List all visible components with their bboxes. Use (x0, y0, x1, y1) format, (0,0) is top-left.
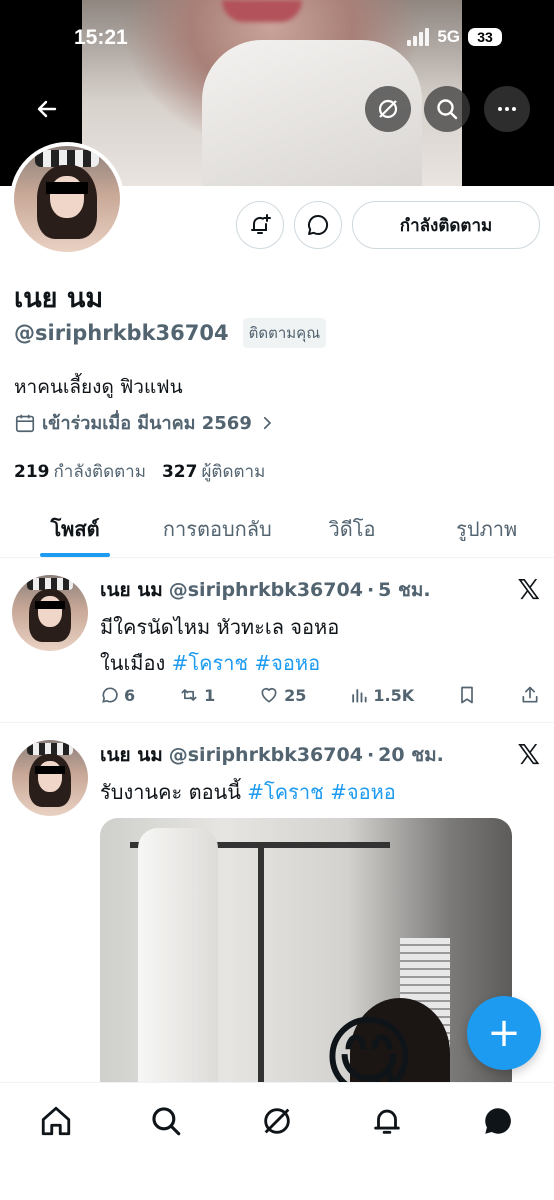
more-icon (498, 107, 516, 111)
hashtag-link[interactable]: #จอหอ (330, 780, 396, 804)
views-icon (352, 689, 367, 703)
post-time: 20 ชม. (378, 744, 444, 766)
search-icon (437, 99, 458, 120)
display-name: เนย นม (14, 283, 104, 314)
nav-home[interactable] (36, 1101, 76, 1141)
status-time: 15:21 (74, 26, 128, 49)
post-author-handle: @siriphrkbk36704 (168, 744, 363, 766)
nav-grok[interactable] (257, 1101, 297, 1141)
bookmark-icon (461, 686, 473, 704)
back-button[interactable] (24, 86, 70, 132)
profile-actions: กำลังติดตาม (236, 201, 540, 249)
network-type: 5G (437, 27, 460, 46)
tab-posts[interactable]: โพสต์ (0, 500, 150, 557)
post-text-line: ในเมือง (100, 651, 166, 675)
profile-bio: หาคนเลี้ยงดู ฟิวแฟน (14, 376, 183, 398)
post-avatar[interactable] (12, 575, 88, 651)
nav-notifications[interactable] (367, 1101, 407, 1141)
joined-text: เข้าร่วมเมื่อ มีนาคม 2569 (42, 413, 252, 434)
message-button[interactable] (294, 201, 342, 249)
post-time: 5 ชม. (378, 579, 431, 601)
post-header: เนย นม @siriphrkbk36704 · 5 ชม. 𝕏 (100, 573, 540, 606)
hashtag-link[interactable]: #จอหอ (254, 651, 320, 675)
post-text-line: มีใครนัดไหม หัวทะเล จอหอ (100, 615, 340, 639)
post-avatar[interactable] (12, 740, 88, 816)
post-header: เนย นม @siriphrkbk36704 · 20 ชม. 𝕏 (100, 738, 540, 771)
follows-you-badge: ติดตามคุณ (242, 318, 327, 348)
follow-stats: 219 กำลังติดตาม 327 ผู้ติดตาม (14, 458, 265, 485)
repost-count: 1 (204, 685, 216, 705)
calendar-icon (15, 414, 35, 432)
joined-date[interactable]: เข้าร่วมเมื่อ มีนาคม 2569 (14, 408, 276, 437)
post-separator: · (366, 579, 375, 601)
more-button[interactable] (484, 86, 530, 132)
x-logo-icon: 𝕏 (517, 738, 540, 771)
hashtag-link[interactable]: #โคราช (172, 651, 248, 675)
bottom-navigation (0, 1082, 554, 1200)
home-icon (41, 1106, 71, 1136)
following-count: 219 (14, 462, 50, 482)
post-separator: · (366, 744, 375, 766)
post-author-name: เนย นม (100, 744, 163, 766)
engagement-bar: 6 1 25 1.5K (100, 685, 540, 705)
post-text-line: รับงานคะ ตอนนี้ (100, 780, 241, 804)
following-stat[interactable]: 219 กำลังติดตาม (14, 458, 146, 485)
tab-videos[interactable]: วิดีโอ (285, 500, 420, 557)
views-button[interactable]: 1.5K (349, 685, 414, 705)
messages-icon (485, 1108, 511, 1134)
handle-row: @siriphrkbk36704 ติดตามคุณ (14, 318, 327, 348)
nav-messages[interactable] (478, 1101, 518, 1141)
message-bubble-icon (308, 214, 329, 235)
followers-count: 327 (161, 462, 198, 482)
repost-button[interactable]: 1 (178, 685, 215, 705)
like-button[interactable]: 25 (258, 685, 306, 705)
status-bar-right: 5G 33 (407, 27, 502, 47)
post-author-handle: @siriphrkbk36704 (168, 579, 363, 601)
grok-icon (264, 1108, 290, 1134)
share-icon (522, 686, 538, 703)
view-count: 1.5K (373, 685, 415, 705)
profile-handle: @siriphrkbk36704 (14, 321, 229, 345)
repost-icon (181, 689, 197, 701)
post-author-name: เนย นม (100, 579, 163, 601)
heart-icon (261, 687, 277, 703)
hashtag-link[interactable]: #โคราช (247, 780, 323, 804)
notify-button[interactable] (236, 201, 284, 249)
post-text: มีใครนัดไหม หัวทะเล จอหอ ในเมือง #โคราช … (100, 609, 534, 681)
tab-replies[interactable]: การตอบกลับ (150, 500, 285, 557)
reply-button[interactable]: 6 (100, 685, 135, 705)
battery-icon: 33 (468, 28, 502, 46)
following-label: กำลังติดตาม (53, 462, 146, 482)
reply-count: 6 (124, 685, 136, 705)
profile-avatar[interactable] (10, 142, 124, 256)
profile-tabs: โพสต์ การตอบกลับ วิดีโอ รูปภาพ (0, 500, 554, 558)
chevron-right-icon (263, 416, 272, 429)
compose-button[interactable]: + (467, 996, 541, 1070)
signal-icon (407, 28, 430, 46)
like-count: 25 (284, 685, 307, 705)
bell-plus-icon (251, 214, 271, 234)
grok-icon (378, 99, 398, 119)
post[interactable]: เนย นม @siriphrkbk36704 · 5 ชม. 𝕏 มีใครน… (0, 559, 554, 723)
search-button[interactable] (424, 86, 470, 132)
nav-search[interactable] (146, 1101, 186, 1141)
grok-button[interactable] (365, 86, 411, 132)
followers-stat[interactable]: 327 ผู้ติดตาม (162, 458, 265, 485)
share-button[interactable] (520, 685, 540, 705)
following-button[interactable]: กำลังติดตาม (352, 201, 540, 249)
notifications-icon (374, 1109, 400, 1134)
reply-icon (102, 687, 118, 703)
search-icon (152, 1107, 181, 1136)
back-arrow-icon (37, 100, 57, 118)
bookmark-button[interactable] (457, 685, 477, 705)
tab-photos[interactable]: รูปภาพ (419, 500, 554, 557)
post-text: รับงานคะ ตอนนี้ #โคราช #จอหอ (100, 774, 534, 810)
post-media-image[interactable]: 😋 (100, 818, 512, 1098)
x-logo-icon: 𝕏 (517, 573, 540, 606)
followers-label: ผู้ติดตาม (201, 462, 266, 482)
